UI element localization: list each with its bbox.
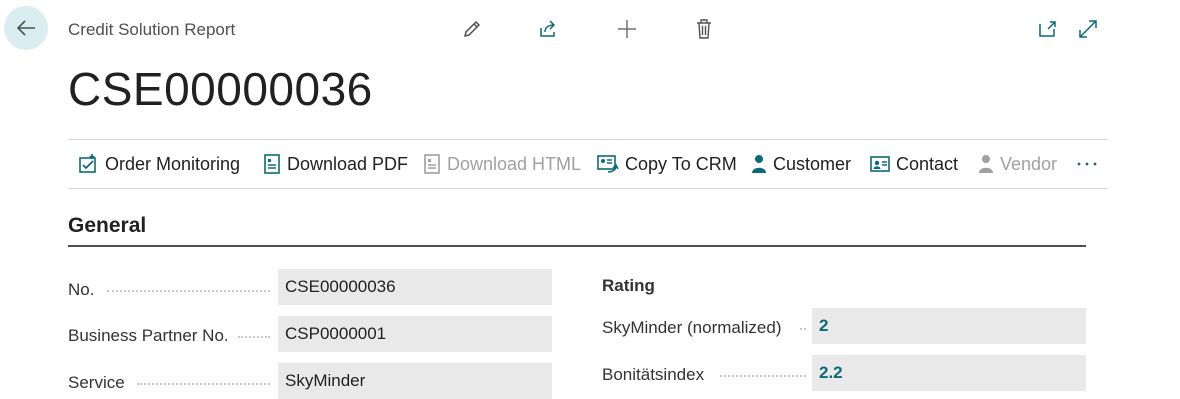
field-label-bonitaetsindex: Bonitätsindex bbox=[602, 365, 705, 384]
back-button[interactable] bbox=[4, 6, 48, 50]
label-leader-dots bbox=[720, 375, 806, 377]
contact-card-icon bbox=[870, 156, 890, 172]
label-leader-dots bbox=[137, 383, 270, 385]
page-title: CSE00000036 bbox=[68, 63, 373, 115]
more-actions-button[interactable] bbox=[1076, 140, 1098, 188]
plus-icon bbox=[618, 20, 636, 38]
label-leader-dots bbox=[238, 336, 270, 338]
contact-action[interactable]: Contact bbox=[869, 140, 958, 188]
share-icon bbox=[540, 20, 556, 37]
customer-action[interactable]: Customer bbox=[750, 140, 851, 188]
vendor-label: Vendor bbox=[1000, 153, 1058, 174]
document-icon bbox=[424, 154, 440, 174]
section-divider bbox=[68, 245, 1086, 247]
rating-group-title: Rating bbox=[602, 276, 655, 295]
edit-button[interactable] bbox=[457, 14, 487, 44]
customer-label: Customer bbox=[773, 153, 852, 174]
document-icon bbox=[264, 154, 280, 174]
label-leader-dots bbox=[800, 328, 806, 330]
expand-icon bbox=[1079, 20, 1097, 38]
download-pdf-action[interactable]: Download PDF bbox=[262, 140, 408, 188]
person-icon bbox=[979, 155, 993, 173]
download-html-action[interactable]: Download HTML bbox=[422, 140, 581, 188]
no-field[interactable]: CSE00000036 bbox=[278, 269, 552, 305]
field-label-no: No. bbox=[68, 280, 95, 299]
business-partner-no-field[interactable]: CSP0000001 bbox=[278, 316, 552, 352]
field-label-business-partner-no: Business Partner No. bbox=[68, 326, 229, 345]
field-label-skyminder-normalized: SkyMinder (normalized) bbox=[602, 318, 782, 337]
copy-crm-icon bbox=[597, 155, 619, 173]
order-monitoring-label: Order Monitoring bbox=[105, 153, 241, 174]
arrow-left-icon bbox=[16, 20, 35, 36]
bonitaetsindex-field[interactable]: 2.2 bbox=[812, 355, 1086, 391]
order-monitoring-icon bbox=[79, 154, 96, 173]
action-bar: Order Monitoring Download PDF Download H… bbox=[68, 139, 1108, 189]
new-button[interactable] bbox=[612, 14, 642, 44]
skyminder-normalized-field[interactable]: 2 bbox=[812, 308, 1086, 344]
order-monitoring-action[interactable]: Order Monitoring bbox=[78, 140, 240, 188]
open-new-window-button[interactable] bbox=[1033, 14, 1063, 44]
share-button[interactable] bbox=[533, 14, 563, 44]
contact-label: Contact bbox=[896, 153, 959, 174]
ellipsis-icon bbox=[1077, 162, 1097, 166]
open-in-new-window-icon bbox=[1039, 21, 1056, 37]
section-title-general[interactable]: General bbox=[68, 214, 146, 238]
expand-button[interactable] bbox=[1073, 14, 1103, 44]
vendor-action[interactable]: Vendor bbox=[977, 140, 1057, 188]
label-leader-dots bbox=[107, 290, 270, 292]
pencil-icon bbox=[463, 20, 481, 38]
download-html-label: Download HTML bbox=[447, 153, 582, 174]
field-label-service: Service bbox=[68, 373, 125, 392]
download-pdf-label: Download PDF bbox=[287, 153, 409, 174]
service-field[interactable]: SkyMinder bbox=[278, 363, 552, 399]
person-icon bbox=[752, 155, 766, 173]
delete-button[interactable] bbox=[689, 14, 719, 44]
copy-to-crm-label: Copy To CRM bbox=[625, 153, 737, 174]
copy-to-crm-action[interactable]: Copy To CRM bbox=[596, 140, 737, 188]
page-caption: Credit Solution Report bbox=[68, 20, 236, 39]
trash-icon bbox=[697, 19, 711, 39]
